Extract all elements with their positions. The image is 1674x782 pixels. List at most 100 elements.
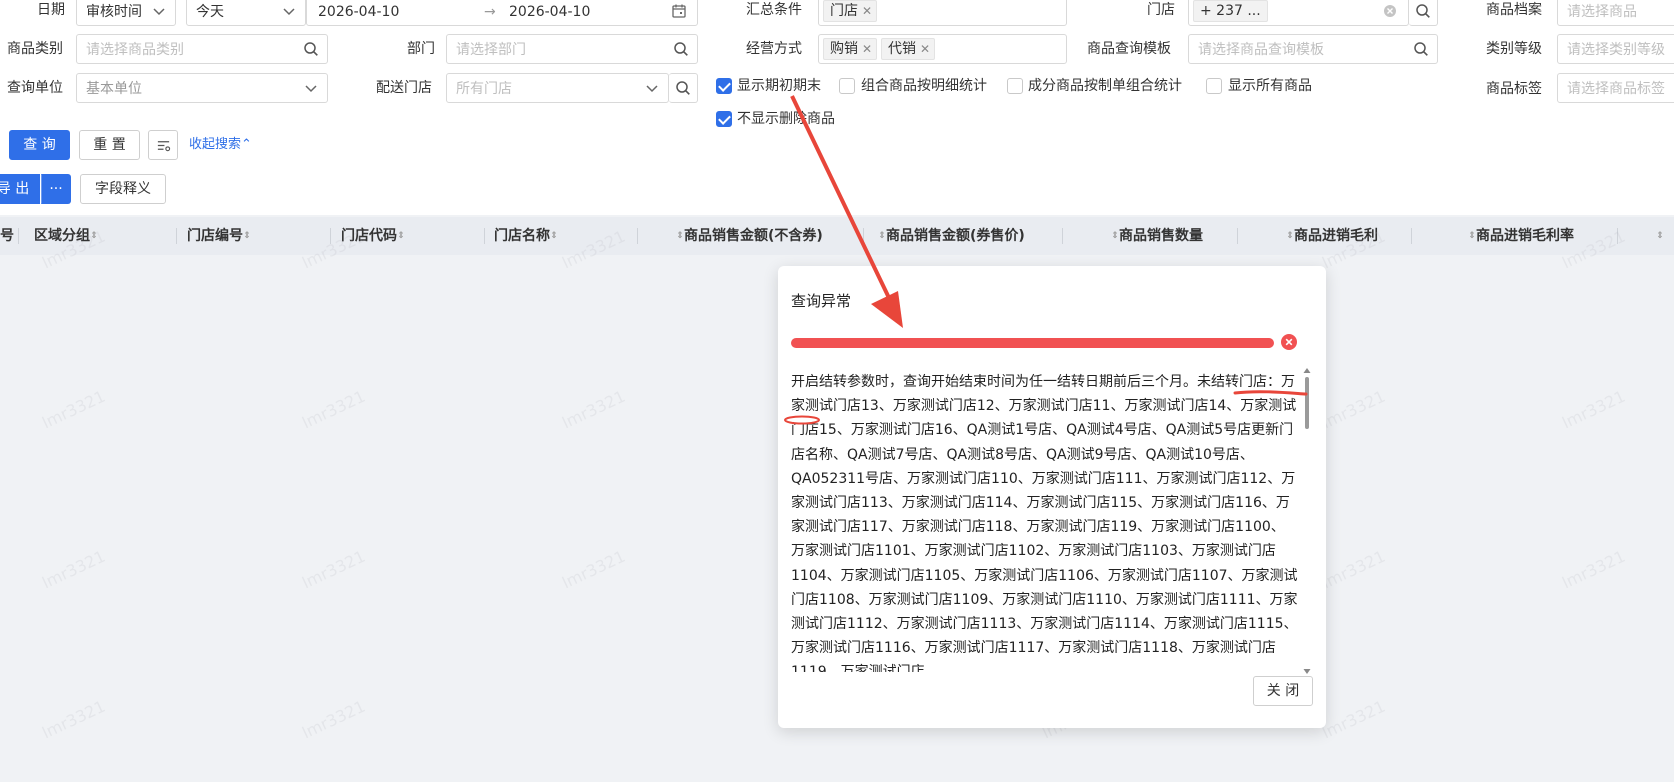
- delivery-placeholder: 所有门店: [456, 81, 512, 97]
- checkbox-hide-deleted[interactable]: [716, 111, 732, 127]
- dept-select[interactable]: 请选择部门: [446, 34, 698, 64]
- column-divider: [1411, 228, 1412, 244]
- summary-label: 汇总条件: [746, 2, 802, 18]
- watermark: lmr3321: [39, 546, 109, 593]
- template-select[interactable]: 请选择商品查询模板: [1188, 34, 1438, 64]
- close-button[interactable]: 关 闭: [1253, 676, 1313, 706]
- category-label: 商品类别: [7, 41, 63, 57]
- query-button[interactable]: 查 询: [9, 130, 70, 160]
- watermark: lmr3321: [299, 386, 369, 433]
- tag-close-icon[interactable]: ✕: [920, 39, 930, 59]
- summary-tag: 门店 ✕: [823, 0, 877, 22]
- watermark: lmr3321: [559, 386, 629, 433]
- template-label: 商品查询模板: [1087, 41, 1171, 57]
- sort-icon: ⇕: [1656, 231, 1664, 241]
- column-header-store-number[interactable]: 门店编号⇕: [187, 226, 251, 246]
- mode-tag-1: 代销 ✕: [881, 38, 935, 60]
- chevron-down-icon: [646, 85, 658, 93]
- search-icon: [1416, 4, 1430, 18]
- tag-select[interactable]: 请选择商品标签: [1557, 73, 1674, 103]
- date-range-picker[interactable]: 2026-04-10 → 2026-04-10: [306, 0, 698, 26]
- column-divider: [863, 228, 864, 244]
- checkbox-show-all-products[interactable]: [1206, 78, 1222, 94]
- watermark: lmr3321: [559, 546, 629, 593]
- list-settings-icon: [157, 141, 171, 152]
- export-more-button[interactable]: ···: [41, 174, 71, 204]
- watermark: lmr3321: [39, 696, 109, 743]
- level-select[interactable]: 请选择类别等级: [1557, 34, 1674, 64]
- column-header-next[interactable]: ⇕: [1656, 226, 1664, 246]
- sort-icon: ⇕: [550, 231, 558, 241]
- product-placeholder: 请选择商品: [1567, 4, 1637, 20]
- calendar-icon[interactable]: [671, 3, 687, 19]
- query-error-dialog: 查询异常 开启结转参数时，查询开始结束时间为任一结转日期前后三个月。未结转门店：…: [778, 266, 1326, 728]
- mode-select[interactable]: 购销 ✕ 代销 ✕: [818, 34, 1067, 64]
- sort-icon: ⇕: [878, 231, 886, 241]
- chevron-up-double-icon: ⌃: [241, 137, 252, 152]
- watermark: lmr3321: [299, 696, 369, 743]
- unit-select[interactable]: 基本单位: [76, 73, 328, 103]
- summary-select[interactable]: 门店 ✕: [818, 0, 1067, 26]
- column-header-sales-amount-no-coupon[interactable]: ⇕商品销售金额(不含券): [676, 226, 823, 246]
- watermark: lmr3321: [1319, 696, 1389, 743]
- filter-panel: 日期 审核时间 今天 2026-04-10 → 2026-04-10 汇总条件 …: [0, 0, 1674, 215]
- column-header-sales-qty[interactable]: ⇕商品销售数量: [1111, 226, 1203, 246]
- tag-close-icon[interactable]: ✕: [862, 39, 872, 59]
- product-input[interactable]: 请选择商品: [1557, 0, 1674, 26]
- mode-tag-label: 购销: [830, 41, 858, 57]
- dept-label: 部门: [407, 41, 435, 57]
- export-button[interactable]: 导 出: [0, 174, 40, 204]
- checkbox-combo-detail[interactable]: [839, 78, 855, 94]
- column-header-label: 门店编号: [187, 228, 243, 244]
- column-header-index[interactable]: 号: [0, 226, 14, 246]
- checkbox-label: 显示所有商品: [1228, 78, 1312, 94]
- collapse-search-label: 收起搜索: [189, 137, 242, 152]
- mode-tag-label: 代销: [888, 41, 916, 57]
- column-header-label: 商品销售金额(不含券): [684, 228, 823, 244]
- column-divider: [637, 228, 638, 244]
- date-preset-select[interactable]: 今天: [186, 0, 306, 26]
- watermark: lmr3321: [299, 546, 369, 593]
- date-type-select[interactable]: 审核时间: [76, 0, 176, 26]
- dialog-title: 查询异常: [791, 292, 852, 310]
- column-settings-button[interactable]: [148, 130, 178, 160]
- field-definitions-button[interactable]: 字段释义: [80, 174, 166, 204]
- dept-placeholder: 请选择部门: [456, 42, 526, 58]
- search-icon[interactable]: [303, 41, 319, 57]
- search-icon[interactable]: [673, 41, 689, 57]
- checkbox-component-combo[interactable]: [1007, 78, 1023, 94]
- sort-icon: ⇕: [243, 231, 251, 241]
- tag-close-icon[interactable]: ✕: [862, 1, 872, 21]
- chevron-down-icon: [283, 8, 295, 16]
- error-circle-icon: [1281, 334, 1297, 350]
- search-icon[interactable]: [1413, 41, 1429, 57]
- collapse-search-link[interactable]: 收起搜索⌃: [189, 136, 252, 154]
- delivery-search-button[interactable]: [669, 73, 698, 103]
- sort-icon: ⇕: [1468, 231, 1476, 241]
- column-divider: [1237, 228, 1238, 244]
- reset-button[interactable]: 重 置: [79, 130, 140, 160]
- date-end: 2026-04-10: [509, 4, 591, 20]
- template-placeholder: 请选择商品查询模板: [1198, 42, 1324, 58]
- clear-circle-icon[interactable]: [1382, 3, 1398, 19]
- level-label: 类别等级: [1486, 41, 1542, 57]
- column-header-sales-amount-coupon[interactable]: ⇕商品销售金额(券售价): [878, 226, 1025, 246]
- sort-icon: ⇕: [676, 231, 684, 241]
- mode-tag-0: 购销 ✕: [823, 38, 877, 60]
- message-scrollbar[interactable]: [1303, 368, 1311, 674]
- column-header-label: 商品销售数量: [1119, 228, 1203, 244]
- column-header-gross-margin[interactable]: ⇕商品进销毛利率: [1468, 226, 1574, 246]
- delivery-select[interactable]: 所有门店: [446, 73, 669, 103]
- store-search-button[interactable]: [1409, 0, 1438, 26]
- summary-tag-label: 门店: [830, 3, 858, 19]
- watermark: lmr3321: [1559, 546, 1629, 593]
- checkbox-label: 组合商品按明细统计: [861, 78, 987, 94]
- category-select[interactable]: 请选择商品类别: [76, 34, 328, 64]
- store-select[interactable]: + 237 ...: [1188, 0, 1409, 26]
- tag-placeholder: 请选择商品标签: [1567, 81, 1665, 97]
- checkbox-show-opening-closing[interactable]: [716, 78, 732, 94]
- product-label: 商品档案: [1486, 2, 1542, 18]
- column-header-store-name[interactable]: 门店名称⇕: [494, 226, 558, 246]
- column-divider: [1062, 228, 1063, 244]
- unit-value: 基本单位: [86, 81, 142, 97]
